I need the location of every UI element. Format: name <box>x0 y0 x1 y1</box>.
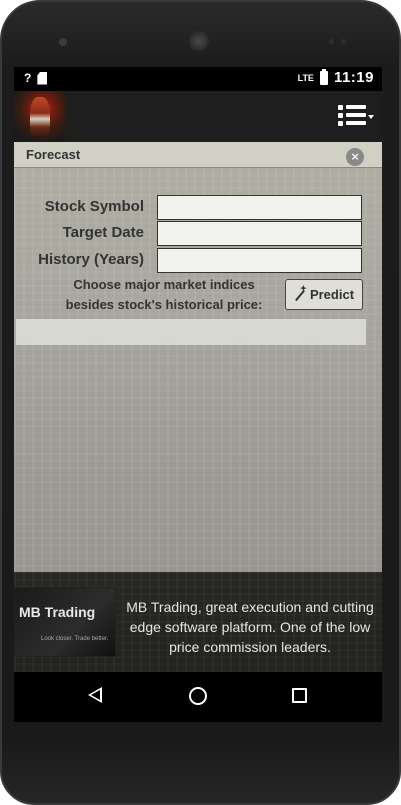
target-date-label: Target Date <box>62 224 144 241</box>
ad-banner[interactable]: MB Trading Look closer. Trade better. MB… <box>14 572 382 672</box>
menu-dot <box>338 113 343 118</box>
mb-trading-tagline: Look closer. Trade better. <box>41 636 109 642</box>
mb-trading-logo-text: MB Trading <box>19 604 96 620</box>
predict-button[interactable]: Predict <box>285 279 363 310</box>
recent-apps-icon[interactable] <box>292 688 307 703</box>
target-date-input[interactable] <box>157 221 362 246</box>
stock-symbol-label: Stock Symbol <box>44 198 144 215</box>
mb-trading-logo[interactable]: MB Trading Look closer. Trade better. <box>14 587 116 657</box>
indices-instruction: Choose major market indices besides stoc… <box>44 275 284 315</box>
sensor-dot <box>341 39 346 44</box>
ad-text[interactable]: MB Trading, great execution and cutting … <box>120 597 380 657</box>
menu-line <box>346 121 366 125</box>
history-years-input[interactable] <box>157 248 362 273</box>
menu-caret-icon <box>368 115 374 119</box>
navigation-bar <box>14 672 382 722</box>
phone-frame: ? LTE 11:19 Forecast × Stock Symbol Targ… <box>0 0 401 805</box>
status-bar: ? LTE 11:19 <box>14 67 382 91</box>
no-signal-icon: ? <box>24 71 32 85</box>
list-menu-icon[interactable] <box>338 103 374 129</box>
earpiece-speaker <box>189 31 209 51</box>
app-logo-avatar[interactable] <box>14 91 65 142</box>
battery-icon <box>319 68 328 85</box>
status-clock: 11:19 <box>333 69 374 86</box>
indices-text-line1: Choose major market indices <box>73 277 255 292</box>
magic-wand-icon <box>294 284 307 301</box>
back-icon-inner <box>91 690 100 700</box>
stock-symbol-input[interactable] <box>157 195 362 220</box>
history-years-label: History (Years) <box>38 251 144 268</box>
status-right: LTE 11:19 <box>297 68 374 86</box>
close-icon[interactable]: × <box>346 148 364 166</box>
menu-line <box>346 113 366 117</box>
lte-icon: LTE <box>297 72 314 83</box>
indices-selection-area[interactable] <box>16 319 366 345</box>
menu-line <box>346 105 366 109</box>
action-bar <box>14 91 382 142</box>
dialog-header: Forecast × <box>14 142 382 168</box>
menu-dot <box>338 105 343 110</box>
menu-dot <box>338 121 343 126</box>
screen: ? LTE 11:19 Forecast × Stock Symbol Targ… <box>14 67 382 722</box>
dialog-title: Forecast <box>26 147 81 162</box>
indices-text-line2: besides stock's historical price: <box>65 297 263 312</box>
status-left: ? <box>24 71 48 85</box>
home-icon[interactable] <box>189 687 207 705</box>
predict-button-label: Predict <box>309 287 355 302</box>
sensor-dot <box>329 39 334 44</box>
front-camera <box>59 38 67 46</box>
sd-card-icon <box>37 71 48 85</box>
avatar-figure <box>30 97 50 137</box>
